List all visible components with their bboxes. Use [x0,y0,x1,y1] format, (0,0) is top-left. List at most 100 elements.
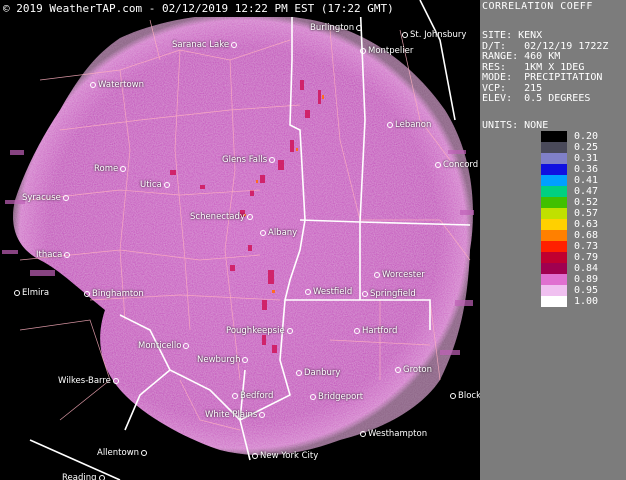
product-title: CORRELATION COEFF [482,1,593,12]
city-label: Lebanon [385,121,431,130]
meta-range: RANGE: 460 KM [482,51,561,62]
legend-swatch [541,186,567,197]
city-marker-icon [310,393,316,400]
city-label: Danbury [294,369,340,378]
legend-tick: 0.36 [574,164,599,175]
legend-swatch [541,175,567,186]
city-name: Monticello [138,341,182,351]
city-label: Westfield [303,288,352,297]
city-marker-icon [402,31,408,38]
units-label: UNITS: NONE [482,120,549,131]
city-label: Montpelier [358,47,413,56]
city-marker-icon [260,229,266,236]
city-label: Allentown [97,449,149,458]
legend-tick: 0.73 [574,241,599,252]
city-label: Binghamton [82,290,144,299]
city-marker-icon [242,356,249,363]
city-name: Lebanon [395,120,432,130]
legend-swatch [541,153,567,164]
meta-mode: MODE: PRECIPITATION [482,72,603,83]
city-label: White Plains [205,411,267,420]
city-label: Ithaca [36,251,72,260]
city-label: Worcester [372,271,425,280]
city-name: Burlington [310,23,355,33]
legend-swatch [541,241,567,252]
city-name: Albany [268,228,298,238]
city-label: Reading [62,474,107,480]
city-name: St. Johnsbury [410,30,467,40]
city-name: Danbury [304,368,341,378]
legend-swatch [541,296,567,307]
legend-swatch [541,208,567,219]
city-label: New York City [250,452,318,461]
city-name: Groton [403,365,433,375]
city-name: Ithaca [36,250,63,260]
city-label: Newburgh [197,356,250,365]
timestamp-banner: © 2019 WeatherTAP.com - 02/12/2019 12:22… [0,0,397,17]
city-name: Hartford [362,326,398,336]
city-label: St. Johnsbury [400,31,466,40]
city-label: Glens Falls [222,156,277,165]
legend-swatch [541,230,567,241]
city-marker-icon [112,377,119,384]
city-name: Schenectady [190,212,245,222]
legend-tick: 0.68 [574,230,599,241]
legend-swatch [541,131,567,142]
city-marker-icon [232,392,238,399]
city-marker-icon [246,213,253,220]
city-name: Westfield [313,287,353,297]
city-name: New York City [260,451,319,461]
city-label: Elmira [12,289,49,298]
legend-swatch [541,285,567,296]
city-marker-icon [62,194,69,201]
city-marker-icon [141,449,148,456]
city-name: White Plains [205,410,258,420]
city-label: Bridgeport [308,393,363,402]
city-name: Allentown [97,448,140,458]
city-name: Utica [140,180,162,190]
city-name: Glens Falls [222,155,268,165]
city-name: Worcester [382,270,425,280]
city-label: Schenectady [190,213,255,222]
info-panel: CORRELATION COEFF SITE: KENX D/T: 02/12/… [480,0,626,480]
city-label: Syracuse [22,194,71,203]
city-name: Rome [94,164,119,174]
legend-tick: 0.41 [574,175,599,186]
city-label: Block I. [448,392,480,401]
city-name: Saranac Lake [172,40,230,50]
meta-site: SITE: KENX [482,30,543,41]
legend-tick: 0.63 [574,219,599,230]
city-label: Rome [94,165,128,174]
radar-map[interactable]: © 2019 WeatherTAP.com - 02/12/2019 12:22… [0,0,480,480]
city-name: Bridgeport [318,392,364,402]
radar-svg [2,0,474,480]
city-name: Newburgh [197,355,241,365]
city-marker-icon [90,81,96,88]
city-name: Binghamton [92,289,144,299]
city-name: Wilkes-Barre [58,376,111,386]
city-name: Watertown [98,80,144,90]
legend-swatch [541,164,567,175]
legend-swatch [541,274,567,285]
city-marker-icon [183,342,190,349]
legend-tick: 1.00 [574,296,599,307]
city-marker-icon [231,41,238,48]
city-marker-icon [14,289,20,296]
city-label: Springfield [360,290,416,299]
city-marker-icon [356,24,363,31]
legend-tick: 0.25 [574,142,599,153]
city-marker-icon [387,121,393,128]
legend-swatch [541,142,567,153]
city-marker-icon [435,161,441,168]
legend-tick: 0.84 [574,263,599,274]
city-marker-icon [252,452,258,459]
city-marker-icon [98,474,105,480]
city-marker-icon [64,251,71,258]
legend-tick: 0.57 [574,208,599,219]
city-name: Montpelier [368,46,414,56]
city-marker-icon [163,181,170,188]
city-label: Concord [433,161,478,170]
legend-tick: 0.79 [574,252,599,263]
legend-swatch [541,197,567,208]
city-marker-icon [354,327,360,334]
